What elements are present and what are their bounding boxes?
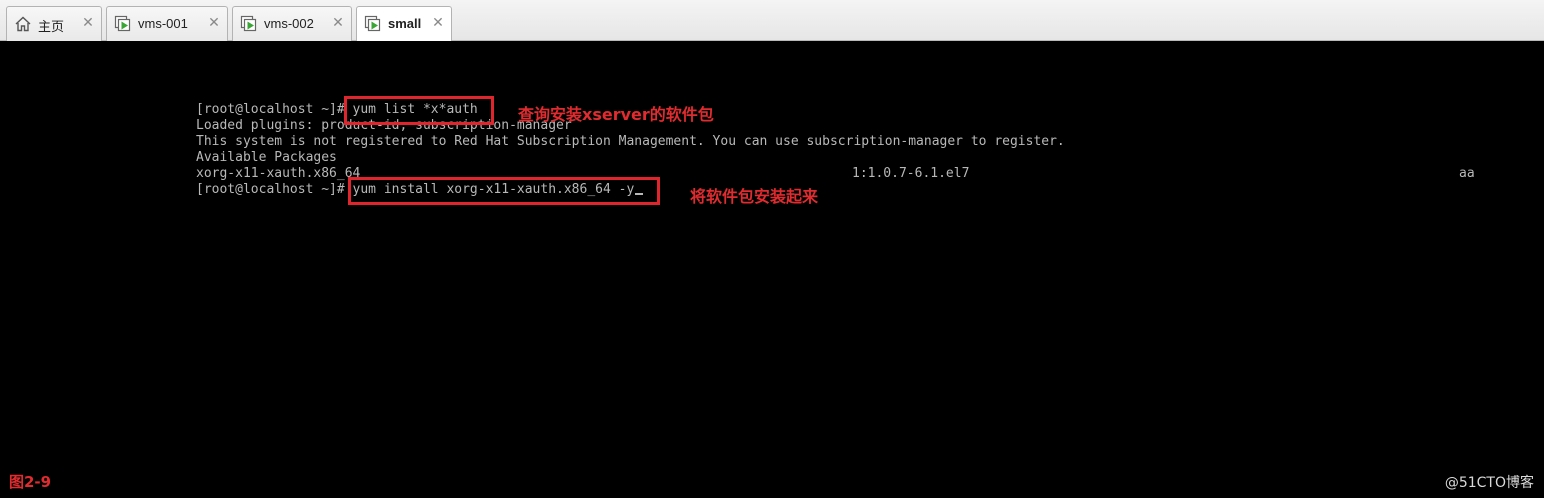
vm-play-icon [240, 15, 257, 32]
close-icon[interactable]: ✕ [331, 14, 345, 32]
package-version: 1:1.0.7-6.1.el7 [852, 166, 970, 181]
watermark: @51CTO博客 [1444, 475, 1534, 491]
vm-play-icon [114, 15, 131, 32]
close-icon[interactable]: ✕ [81, 14, 95, 32]
tab-vms-001[interactable]: vms-001 ✕ [106, 6, 228, 41]
tab-vms-002[interactable]: vms-002 ✕ [232, 6, 352, 41]
annotation-query: 查询安装xserver的软件包 [518, 105, 714, 124]
highlight-box [344, 96, 494, 125]
tab-home[interactable]: 主页 ✕ [6, 6, 102, 41]
vm-play-icon [364, 15, 381, 32]
tab-bar: 主页 ✕ vms-001 ✕ vms-002 ✕ small ✕ [0, 0, 1544, 42]
highlight-box [348, 177, 660, 205]
home-icon [15, 16, 31, 32]
figure-label: 图2-9 [9, 473, 52, 491]
tab-label: 主页 [38, 19, 65, 34]
tab-label: small [388, 16, 422, 31]
package-repo: aa [1459, 166, 1475, 181]
close-icon[interactable]: ✕ [431, 14, 445, 32]
tab-small[interactable]: small ✕ [356, 6, 452, 42]
console-line: This system is not registered to Red Hat… [196, 134, 1065, 149]
package-name: xorg-x11-xauth.x86_64 [196, 166, 361, 181]
vm-console[interactable]: [root@localhost ~]# yum list *x*auth Loa… [0, 41, 1544, 498]
annotation-install: 将软件包安装起来 [690, 187, 819, 206]
tab-label: vms-001 [138, 16, 188, 31]
tab-label: vms-002 [264, 16, 314, 31]
console-line: Available Packages [196, 150, 337, 165]
close-icon[interactable]: ✕ [207, 14, 221, 32]
